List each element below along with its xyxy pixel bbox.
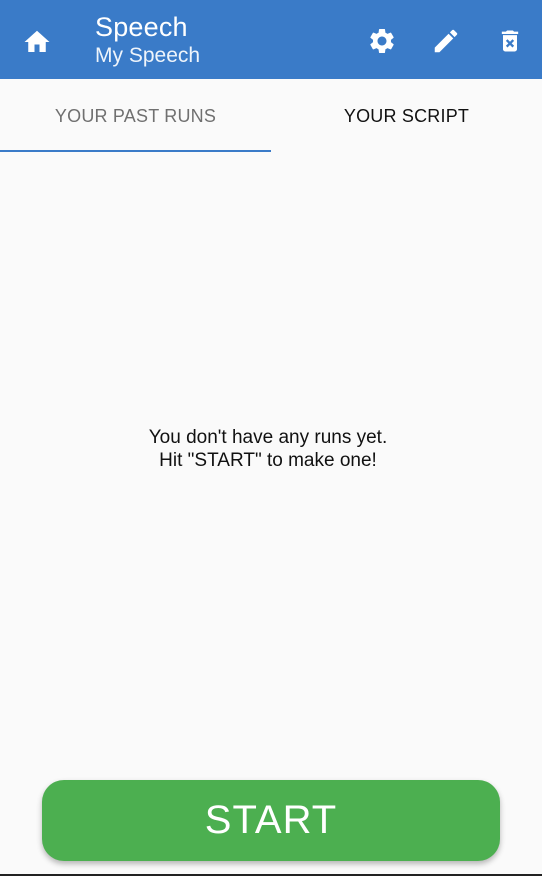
delete-button[interactable] xyxy=(490,21,530,61)
tab-selected-indicator xyxy=(0,150,271,152)
app-bar: Speech My Speech xyxy=(0,0,542,79)
home-button[interactable] xyxy=(17,22,57,62)
trash-icon xyxy=(501,30,519,52)
empty-state-line-2: Hit "START" to make one! xyxy=(159,450,377,471)
home-icon xyxy=(24,30,50,52)
pencil-icon xyxy=(434,29,458,53)
empty-state-message: You don't have any runs yet. Hit "START"… xyxy=(0,426,536,472)
app-bar-titles: Speech My Speech xyxy=(95,12,201,67)
tab-past-runs[interactable]: YOUR PAST RUNS xyxy=(0,79,271,153)
settings-button[interactable] xyxy=(362,21,402,61)
start-button[interactable]: START xyxy=(42,780,500,861)
gear-icon xyxy=(370,29,394,53)
page-subtitle: My Speech xyxy=(95,44,201,67)
tab-script[interactable]: YOUR SCRIPT xyxy=(271,79,542,153)
tab-bar: YOUR PAST RUNS YOUR SCRIPT xyxy=(0,79,542,153)
app-screen: Speech My Speech YOUR PAST RUNS YOUR SCR… xyxy=(0,0,542,876)
empty-state-line-1: You don't have any runs yet. xyxy=(148,427,388,448)
page-title: Speech xyxy=(95,12,188,42)
edit-button[interactable] xyxy=(426,21,466,61)
